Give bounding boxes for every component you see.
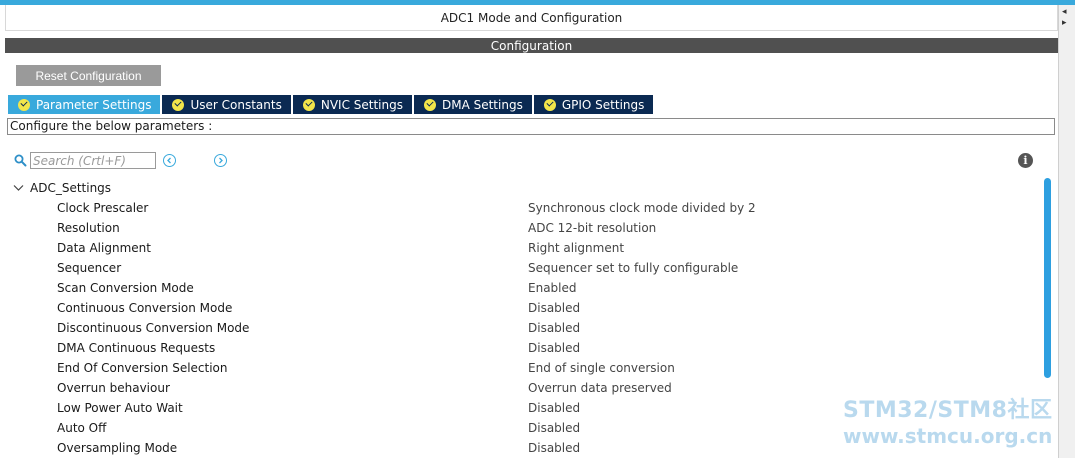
param-name: Discontinuous Conversion Mode: [57, 321, 250, 335]
tab-label: Parameter Settings: [36, 97, 152, 112]
param-value[interactable]: Sequencer set to fully configurable: [528, 258, 738, 278]
param-name: Continuous Conversion Mode: [57, 301, 233, 315]
table-row[interactable]: Discontinuous Conversion Mode Disabled: [0, 318, 1040, 338]
table-row[interactable]: Resolution ADC 12-bit resolution: [0, 218, 1040, 238]
configuration-header-text: Configuration: [490, 38, 573, 53]
group-adc-settings[interactable]: ADC_Settings: [13, 178, 111, 198]
reset-configuration-button[interactable]: Reset Configuration: [16, 65, 161, 86]
parameters-description: Configure the below parameters :: [7, 118, 1055, 135]
param-name: Low Power Auto Wait: [57, 401, 183, 415]
tab-gpio-settings[interactable]: GPIO Settings: [533, 95, 654, 114]
param-name: Auto Off: [57, 421, 107, 435]
table-row[interactable]: Data Alignment Right alignment: [0, 238, 1040, 258]
check-circle-icon: [543, 98, 556, 111]
table-row[interactable]: Scan Conversion Mode Enabled: [0, 278, 1040, 298]
scroll-up-icon[interactable]: ◂: [1062, 8, 1067, 17]
table-row[interactable]: Continuous Conversion Mode Disabled: [0, 298, 1040, 318]
param-name: DMA Continuous Requests: [57, 341, 216, 355]
param-value[interactable]: Synchronous clock mode divided by 2: [528, 198, 756, 218]
search-input[interactable]: [30, 152, 156, 169]
param-name: Sequencer: [57, 261, 122, 275]
settings-tabs: Parameter Settings User Constants NVIC S…: [8, 95, 655, 114]
tab-dma-settings[interactable]: DMA Settings: [413, 95, 532, 114]
window-title: ADC1 Mode and Configuration: [5, 5, 1058, 31]
check-circle-icon: [423, 98, 436, 111]
check-circle-icon: [302, 98, 315, 111]
search-icon: [14, 154, 27, 167]
tab-parameter-settings[interactable]: Parameter Settings: [8, 95, 161, 114]
right-scroll-strip[interactable]: ◂ ▸: [1058, 5, 1075, 458]
check-circle-icon: [18, 98, 30, 111]
tab-user-constants[interactable]: User Constants: [162, 95, 291, 114]
table-row[interactable]: DMA Continuous Requests Disabled: [0, 338, 1040, 358]
param-value[interactable]: Disabled: [528, 338, 580, 358]
tab-label: User Constants: [190, 97, 282, 112]
param-name: Resolution: [57, 221, 120, 235]
configuration-header: Configuration: [5, 38, 1058, 53]
table-row[interactable]: Overrun behaviour Overrun data preserved: [0, 378, 1040, 398]
param-value[interactable]: Enabled: [528, 278, 577, 298]
param-name: Data Alignment: [57, 241, 151, 255]
watermark-line2: www.stmcu.org.cn: [843, 424, 1053, 448]
group-label: ADC_Settings: [30, 181, 112, 195]
param-value[interactable]: Disabled: [528, 438, 580, 458]
window-title-text: ADC1 Mode and Configuration: [440, 10, 623, 25]
info-icon[interactable]: i: [1018, 153, 1033, 168]
param-name: End Of Conversion Selection: [57, 361, 228, 375]
param-value[interactable]: Disabled: [528, 298, 580, 318]
chevron-left-circle-icon[interactable]: [163, 154, 176, 167]
tab-label: DMA Settings: [441, 97, 523, 112]
watermark: STM32/STM8社区 www.stmcu.org.cn: [843, 398, 1068, 448]
tab-label: GPIO Settings: [561, 97, 645, 112]
scrollbar-thumb[interactable]: [1044, 178, 1051, 378]
search-toolbar: i: [14, 151, 1044, 171]
scroll-right-icon[interactable]: ▸: [1062, 19, 1067, 28]
param-value[interactable]: Disabled: [528, 418, 580, 438]
param-value[interactable]: Disabled: [528, 398, 580, 418]
chevron-down-icon[interactable]: [13, 184, 24, 192]
param-name: Clock Prescaler: [57, 201, 149, 215]
param-name: Oversampling Mode: [57, 441, 178, 455]
param-name: Scan Conversion Mode: [57, 281, 194, 295]
param-value[interactable]: Right alignment: [528, 238, 624, 258]
param-value[interactable]: Disabled: [528, 318, 580, 338]
watermark-line1: STM32/STM8社区: [843, 398, 1053, 423]
table-row[interactable]: End Of Conversion Selection End of single…: [0, 358, 1040, 378]
table-row[interactable]: Clock Prescaler Synchronous clock mode di…: [0, 198, 1040, 218]
param-value[interactable]: Overrun data preserved: [528, 378, 672, 398]
chevron-right-circle-icon[interactable]: [214, 154, 227, 167]
param-value[interactable]: End of single conversion: [528, 358, 675, 378]
tab-label: NVIC Settings: [320, 97, 403, 112]
check-circle-icon: [172, 98, 185, 111]
table-row[interactable]: Sequencer Sequencer set to fully configur…: [0, 258, 1040, 278]
param-value[interactable]: ADC 12-bit resolution: [528, 218, 656, 238]
param-name: Overrun behaviour: [57, 381, 170, 395]
tab-nvic-settings[interactable]: NVIC Settings: [292, 95, 412, 114]
